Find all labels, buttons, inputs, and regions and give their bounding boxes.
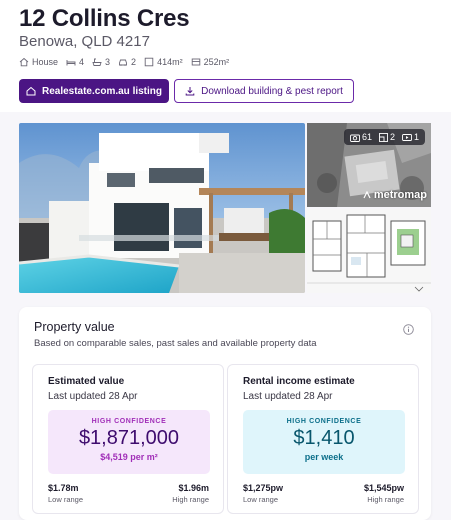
metromap-watermark: metromap bbox=[363, 189, 427, 201]
estimate-low-value: $1.78m bbox=[48, 483, 79, 493]
photo-count-value: 61 bbox=[361, 132, 372, 142]
property-address: 12 Collins Cres bbox=[19, 5, 190, 32]
estimated-value-updated: Last updated 28 Apr bbox=[48, 391, 138, 402]
download-icon bbox=[185, 87, 195, 96]
feature-type: House bbox=[19, 57, 58, 67]
property-header: 12 Collins Cres Benowa, QLD 4217 House 4… bbox=[0, 0, 451, 112]
feature-bedrooms-label: 4 bbox=[79, 57, 85, 67]
estimated-value-panel: HIGH CONFIDENCE $1,871,000 $4,519 per m² bbox=[48, 410, 210, 474]
feature-parking-label: 2 bbox=[131, 57, 137, 67]
download-report-label: Download building & pest report bbox=[201, 85, 343, 97]
house-exterior-photo bbox=[19, 123, 305, 293]
rental-estimate-title: Rental income estimate bbox=[243, 376, 355, 387]
rental-estimate-amount: $1,410 bbox=[293, 427, 355, 449]
property-features: House 4 3 2 414m² 252m² bbox=[19, 57, 229, 67]
estimated-value-amount: $1,871,000 bbox=[78, 427, 180, 449]
property-value-subtitle: Based on comparable sales, past sales an… bbox=[34, 338, 317, 349]
main-property-photo[interactable] bbox=[19, 123, 305, 293]
info-icon[interactable] bbox=[403, 324, 414, 335]
rental-high-value: $1,545pw bbox=[363, 483, 404, 493]
floorplan-count-value: 2 bbox=[389, 132, 395, 142]
price-per-m2: $4,519 per m² bbox=[100, 452, 158, 462]
metromap-logo-icon bbox=[363, 191, 371, 199]
camera-icon bbox=[350, 134, 360, 142]
rental-high-label: High range bbox=[367, 495, 404, 504]
rental-low-label: Low range bbox=[243, 495, 279, 504]
feature-type-label: House bbox=[32, 57, 59, 67]
feature-parking: 2 bbox=[118, 57, 136, 67]
floorplan-count: 2 bbox=[379, 132, 395, 142]
estimated-value-card: Estimated value Last updated 28 Apr HIGH… bbox=[32, 364, 224, 514]
feature-floor-area-label: 252m² bbox=[203, 57, 230, 67]
metromap-label: metromap bbox=[373, 189, 427, 201]
rental-period: per week bbox=[304, 452, 344, 462]
land-size-icon bbox=[144, 57, 154, 67]
video-count-value: 1 bbox=[413, 132, 419, 142]
rental-confidence-badge: HIGH CONFIDENCE bbox=[286, 418, 362, 425]
rental-estimate-panel: HIGH CONFIDENCE $1,410 per week bbox=[243, 410, 405, 474]
rental-low-range: $1,275pw Low range bbox=[243, 483, 283, 504]
car-icon bbox=[119, 59, 127, 66]
rental-estimate-updated: Last updated 28 Apr bbox=[243, 391, 333, 402]
feature-bedrooms: 4 bbox=[66, 57, 84, 67]
estimate-high-value: $1.96m bbox=[178, 483, 209, 493]
bath-icon bbox=[92, 58, 102, 66]
property-suburb: Benowa, QLD 4217 bbox=[19, 33, 150, 50]
estimate-high-label: High range bbox=[172, 495, 209, 504]
rental-estimate-card: Rental income estimate Last updated 28 A… bbox=[227, 364, 419, 514]
rental-low-value: $1,275pw bbox=[243, 483, 284, 493]
floorplan-thumbnail[interactable] bbox=[307, 209, 431, 293]
floorplan-image bbox=[307, 209, 431, 293]
photo-count: 61 bbox=[350, 132, 372, 142]
video-count: 1 bbox=[402, 132, 419, 142]
aerial-view-photo[interactable]: 61 2 1 metromap bbox=[307, 123, 431, 207]
estimate-high-range: $1.96m High range bbox=[172, 483, 209, 504]
floor-area-icon bbox=[191, 58, 200, 66]
photo-gallery[interactable]: 61 2 1 metromap bbox=[19, 123, 431, 293]
download-report-button[interactable]: Download building & pest report bbox=[174, 79, 354, 103]
house-icon bbox=[19, 57, 29, 67]
estimate-low-range: $1.78m Low range bbox=[48, 483, 83, 504]
feature-bathrooms-label: 3 bbox=[105, 57, 111, 67]
video-icon bbox=[402, 133, 412, 141]
estimated-value-title: Estimated value bbox=[48, 376, 125, 387]
rental-high-range: $1,545pw High range bbox=[364, 483, 404, 504]
estimate-low-label: Low range bbox=[48, 495, 84, 504]
realestate-listing-button[interactable]: Realestate.com.au listing bbox=[19, 79, 169, 103]
feature-land-size: 414m² bbox=[144, 57, 183, 67]
property-value-card: Property value Based on comparable sales… bbox=[19, 307, 431, 520]
feature-land-size-label: 414m² bbox=[157, 57, 183, 67]
floorplan-icon bbox=[379, 132, 388, 142]
feature-floor-area: 252m² bbox=[191, 57, 230, 67]
home-icon bbox=[26, 86, 36, 96]
property-value-title: Property value bbox=[34, 320, 115, 334]
realestate-listing-label: Realestate.com.au listing bbox=[41, 85, 163, 97]
media-counts: 61 2 1 bbox=[343, 129, 425, 145]
estimate-confidence-badge: HIGH CONFIDENCE bbox=[91, 418, 167, 425]
feature-bathrooms: 3 bbox=[92, 57, 110, 67]
bed-icon bbox=[66, 60, 76, 66]
